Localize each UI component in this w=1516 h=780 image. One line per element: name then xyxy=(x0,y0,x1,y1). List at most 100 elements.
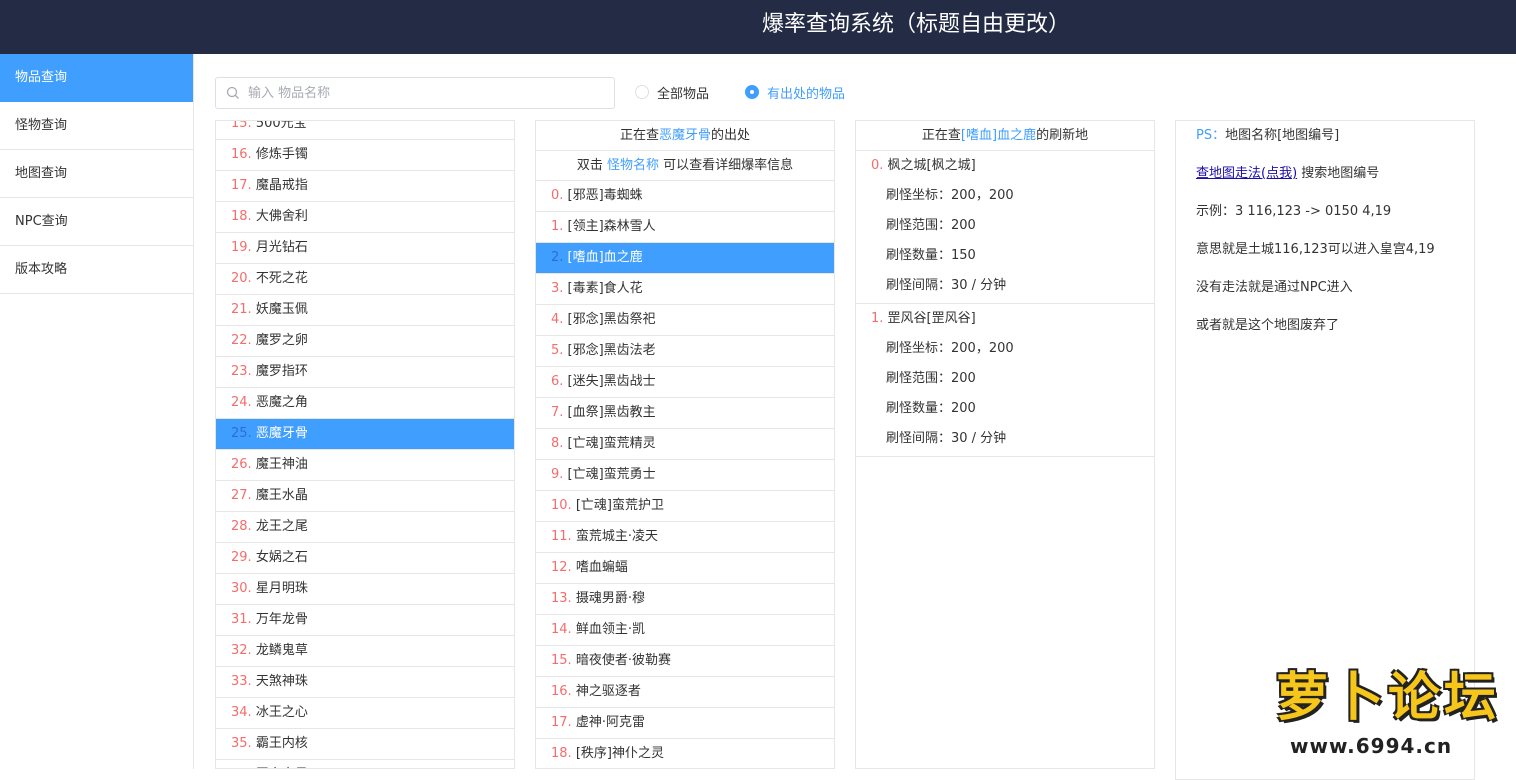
list-item[interactable]: 7. [血祭]黑齿教主 xyxy=(536,398,834,429)
map-entry[interactable]: 0. 枫之城[枫之城] 刷怪坐标：200，200 刷怪范围：200 刷怪数量：150 刷… xyxy=(856,151,1154,304)
list-item-index: 20. xyxy=(231,271,252,286)
list-item[interactable]: 27. 魔王水晶 xyxy=(216,481,514,512)
list-item[interactable]: 2. [嗜血]血之鹿 xyxy=(536,243,834,274)
list-item-name: 月光钻石 xyxy=(251,240,308,255)
header-prefix: 正在查 xyxy=(921,128,961,143)
sidebar-item[interactable]: 地图查询 xyxy=(0,150,193,198)
selected-monster-name: [嗜血]血之鹿 xyxy=(960,128,1037,143)
radio-label: 全部物品 xyxy=(657,86,710,102)
list-item[interactable]: 30. 星月明珠 xyxy=(216,574,514,605)
hint-prefix: 双击 xyxy=(576,158,607,173)
list-item[interactable]: 9. [亡魂]蛮荒勇士 xyxy=(536,460,834,491)
list-item-index: 28. xyxy=(231,519,252,534)
list-item[interactable]: 8. [亡魂]蛮荒精灵 xyxy=(536,429,834,460)
list-item[interactable]: 22. 魔罗之卵 xyxy=(216,326,514,357)
main-content: 全部物品 有出处的物品 15. 500元宝16. 修炼手镯17. 魔晶戒指18.… xyxy=(195,54,1516,780)
list-item[interactable]: 15. 500元宝 xyxy=(216,121,514,140)
list-item-index: 22. xyxy=(231,333,252,348)
list-item-name: [领主]森林雪人 xyxy=(563,219,656,234)
list-item-index: 6. xyxy=(551,374,564,389)
list-item[interactable]: 34. 冰王之心 xyxy=(216,698,514,729)
list-item[interactable]: 28. 龙王之尾 xyxy=(216,512,514,543)
map-route-link[interactable]: 查地图走法(点我) xyxy=(1196,166,1297,181)
list-item[interactable]: 17. 虚神·阿克雷 xyxy=(536,708,834,739)
radio-all-items[interactable]: 全部物品 xyxy=(635,82,709,102)
list-item-name: 魔罗指环 xyxy=(251,364,308,379)
help-abandoned: 或者就是这个地图废弃了 xyxy=(1196,318,1340,333)
list-item-index: 16. xyxy=(551,684,572,699)
monster-list: 0. [邪恶]毒蜘蛛 1. [领主]森林雪人 2. [嗜血]血之鹿 3. [毒素]食人… xyxy=(536,181,834,768)
spawn-detail: 刷怪范围：200 xyxy=(886,371,976,386)
list-item[interactable]: 18. 大佛舍利 xyxy=(216,202,514,233)
radio-items-with-source[interactable]: 有出处的物品 xyxy=(745,82,845,102)
sidebar-item[interactable]: 版本攻略 xyxy=(0,246,193,294)
page-title: 爆率查询系统（标题自由更改） xyxy=(762,12,1071,37)
list-item[interactable]: 35. 霸王内核 xyxy=(216,729,514,760)
item-list-panel: 15. 500元宝 16. 修炼手镯 17. 魔晶戒指 18. 大佛舍利 19. 月光钻… xyxy=(215,120,515,769)
list-item-name: 万年龙骨 xyxy=(251,612,308,627)
list-item-name: [亡魂]蛮荒精灵 xyxy=(563,436,656,451)
sidebar: 物品查询 怪物查询 地图查询 NPC查询 版本攻略 xyxy=(0,54,194,769)
map-index: 1. xyxy=(871,311,884,326)
list-item-name: 摄魂男爵·穆 xyxy=(571,591,645,606)
list-item-index: 24. xyxy=(231,395,252,410)
sidebar-item[interactable]: NPC查询 xyxy=(0,198,193,246)
search-icon xyxy=(226,86,239,99)
search-input[interactable] xyxy=(248,78,608,108)
monster-panel-hint: 双击 怪物名称 可以查看详细爆率信息 xyxy=(536,151,834,181)
list-item[interactable]: 24. 恶魔之角 xyxy=(216,388,514,419)
hint-highlight: 怪物名称 xyxy=(606,158,659,173)
list-item[interactable]: 18. [秩序]神仆之灵 xyxy=(536,739,834,768)
list-item[interactable]: 0. [邪恶]毒蜘蛛 xyxy=(536,181,834,212)
list-item-index: 8. xyxy=(551,436,564,451)
search-box[interactable] xyxy=(215,77,615,109)
list-item[interactable]: 26. 魔王神油 xyxy=(216,450,514,481)
list-item[interactable]: 14. 鲜血领主·凯 xyxy=(536,615,834,646)
list-item[interactable]: 19. 月光钻石 xyxy=(216,233,514,264)
sidebar-item[interactable]: 物品查询 xyxy=(0,54,193,102)
list-item[interactable]: 21. 妖魔玉佩 xyxy=(216,295,514,326)
list-item[interactable]: 16. 修炼手镯 xyxy=(216,140,514,171)
list-item[interactable]: 1. [领主]森林雪人 xyxy=(536,212,834,243)
list-item-index: 9. xyxy=(551,467,564,482)
list-item[interactable]: 17. 魔晶戒指 xyxy=(216,171,514,202)
list-item[interactable]: 31. 万年龙骨 xyxy=(216,605,514,636)
list-item[interactable]: 12. 嗜血蝙蝠 xyxy=(536,553,834,584)
list-item[interactable]: 25. 恶魔牙骨 xyxy=(216,419,514,450)
list-item-index: 11. xyxy=(551,529,572,544)
list-item[interactable]: 4. [邪念]黑齿祭祀 xyxy=(536,305,834,336)
list-item-name: 妖魔玉佩 xyxy=(251,302,308,317)
sidebar-item[interactable]: 怪物查询 xyxy=(0,102,193,150)
list-item-index: 14. xyxy=(551,622,572,637)
list-item[interactable]: 33. 天煞神珠 xyxy=(216,667,514,698)
list-item[interactable]: 36. 王之之日 xyxy=(216,760,514,768)
list-item[interactable]: 29. 女娲之石 xyxy=(216,543,514,574)
header-prefix: 正在查 xyxy=(619,128,659,143)
spawn-detail: 刷怪间隔：30 / 分钟 xyxy=(886,278,1007,293)
list-item[interactable]: 6. [迷失]黑齿战士 xyxy=(536,367,834,398)
map-entry[interactable]: 1. 罡风谷[罡风谷] 刷怪坐标：200，200 刷怪范围：200 刷怪数量：200 刷… xyxy=(856,304,1154,457)
spawn-detail: 刷怪数量：200 xyxy=(886,401,976,416)
radio-circle[interactable] xyxy=(745,85,759,99)
list-item[interactable]: 15. 暗夜使者·彼勒赛 xyxy=(536,646,834,677)
list-item-name: 大佛舍利 xyxy=(251,209,308,224)
list-item[interactable]: 5. [邪念]黑齿法老 xyxy=(536,336,834,367)
list-item-name: [亡魂]蛮荒护卫 xyxy=(571,498,664,513)
hint-suffix: 可以查看详细爆率信息 xyxy=(659,158,794,173)
list-item[interactable]: 32. 龙鳞鬼草 xyxy=(216,636,514,667)
list-item[interactable]: 10. [亡魂]蛮荒护卫 xyxy=(536,491,834,522)
radio-circle[interactable] xyxy=(635,85,649,99)
monster-source-panel: 正在查恶魔牙骨的出处 双击 怪物名称 可以查看详细爆率信息 0. [邪恶]毒蜘蛛… xyxy=(535,120,835,769)
list-item[interactable]: 3. [毒素]食人花 xyxy=(536,274,834,305)
list-item[interactable]: 11. 蛮荒城主·凌天 xyxy=(536,522,834,553)
list-item-index: 29. xyxy=(231,550,252,565)
list-item-name: 暗夜使者·彼勒赛 xyxy=(571,653,671,668)
map-list: 0. 枫之城[枫之城] 刷怪坐标：200，200 刷怪范围：200 刷怪数量：150 刷… xyxy=(856,151,1154,457)
spawn-detail: 刷怪坐标：200，200 xyxy=(886,188,1014,203)
list-item[interactable]: 23. 魔罗指环 xyxy=(216,357,514,388)
list-item[interactable]: 16. 神之驱逐者 xyxy=(536,677,834,708)
watermark-url: www.6994.cn xyxy=(1290,734,1453,758)
list-item-name: 龙鳞鬼草 xyxy=(251,643,308,658)
list-item[interactable]: 20. 不死之花 xyxy=(216,264,514,295)
list-item[interactable]: 13. 摄魂男爵·穆 xyxy=(536,584,834,615)
